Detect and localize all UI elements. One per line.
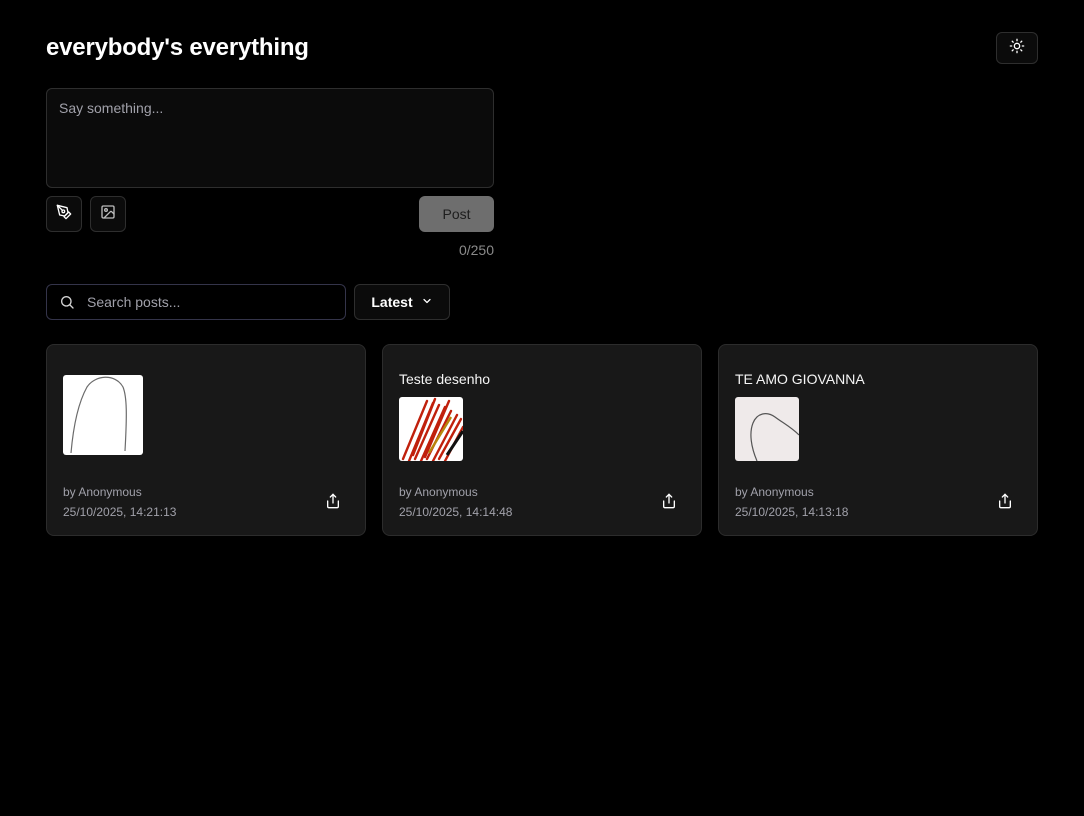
character-count: 0/250 [458, 242, 494, 258]
search-box [46, 284, 346, 320]
share-button[interactable] [993, 491, 1017, 515]
chevron-down-icon [421, 294, 433, 310]
post-date: 25/10/2025, 14:13:18 [735, 505, 849, 519]
post-date: 25/10/2025, 14:21:13 [63, 505, 177, 519]
attach-image-button[interactable] [90, 196, 126, 232]
sort-dropdown[interactable]: Latest [354, 284, 450, 320]
sort-label: Latest [371, 294, 413, 310]
image-icon [100, 204, 116, 225]
drawing-thumbnail[interactable] [735, 397, 799, 461]
search-input[interactable] [87, 285, 337, 319]
post-card: TE AMO GIOVANNA by Anonymous 25/10/2025,… [718, 344, 1038, 536]
post-button[interactable]: Post [419, 196, 494, 232]
search-icon [59, 294, 75, 315]
post-card: by Anonymous 25/10/2025, 14:21:13 [46, 344, 366, 536]
drawing-thumbnail[interactable] [399, 397, 463, 461]
share-icon [997, 493, 1013, 514]
page-title: everybody's everything [46, 34, 309, 61]
post-author: by Anonymous [735, 485, 814, 499]
post-input[interactable] [46, 88, 494, 188]
post-author: by Anonymous [399, 485, 478, 499]
post-title: Teste desenho [399, 371, 491, 387]
share-icon [325, 493, 341, 514]
post-date: 25/10/2025, 14:14:48 [399, 505, 513, 519]
draw-button[interactable] [46, 196, 82, 232]
share-button[interactable] [321, 491, 345, 515]
post-author: by Anonymous [63, 485, 142, 499]
theme-toggle-button[interactable] [996, 32, 1038, 64]
share-button[interactable] [657, 491, 681, 515]
drawing-thumbnail[interactable] [63, 375, 143, 455]
post-title: TE AMO GIOVANNA [735, 371, 865, 387]
sun-icon [1009, 38, 1025, 59]
post-card: Teste desenho by Anonymous 25/10/2025, 1… [382, 344, 702, 536]
share-icon [661, 493, 677, 514]
pen-tool-icon [56, 204, 72, 225]
